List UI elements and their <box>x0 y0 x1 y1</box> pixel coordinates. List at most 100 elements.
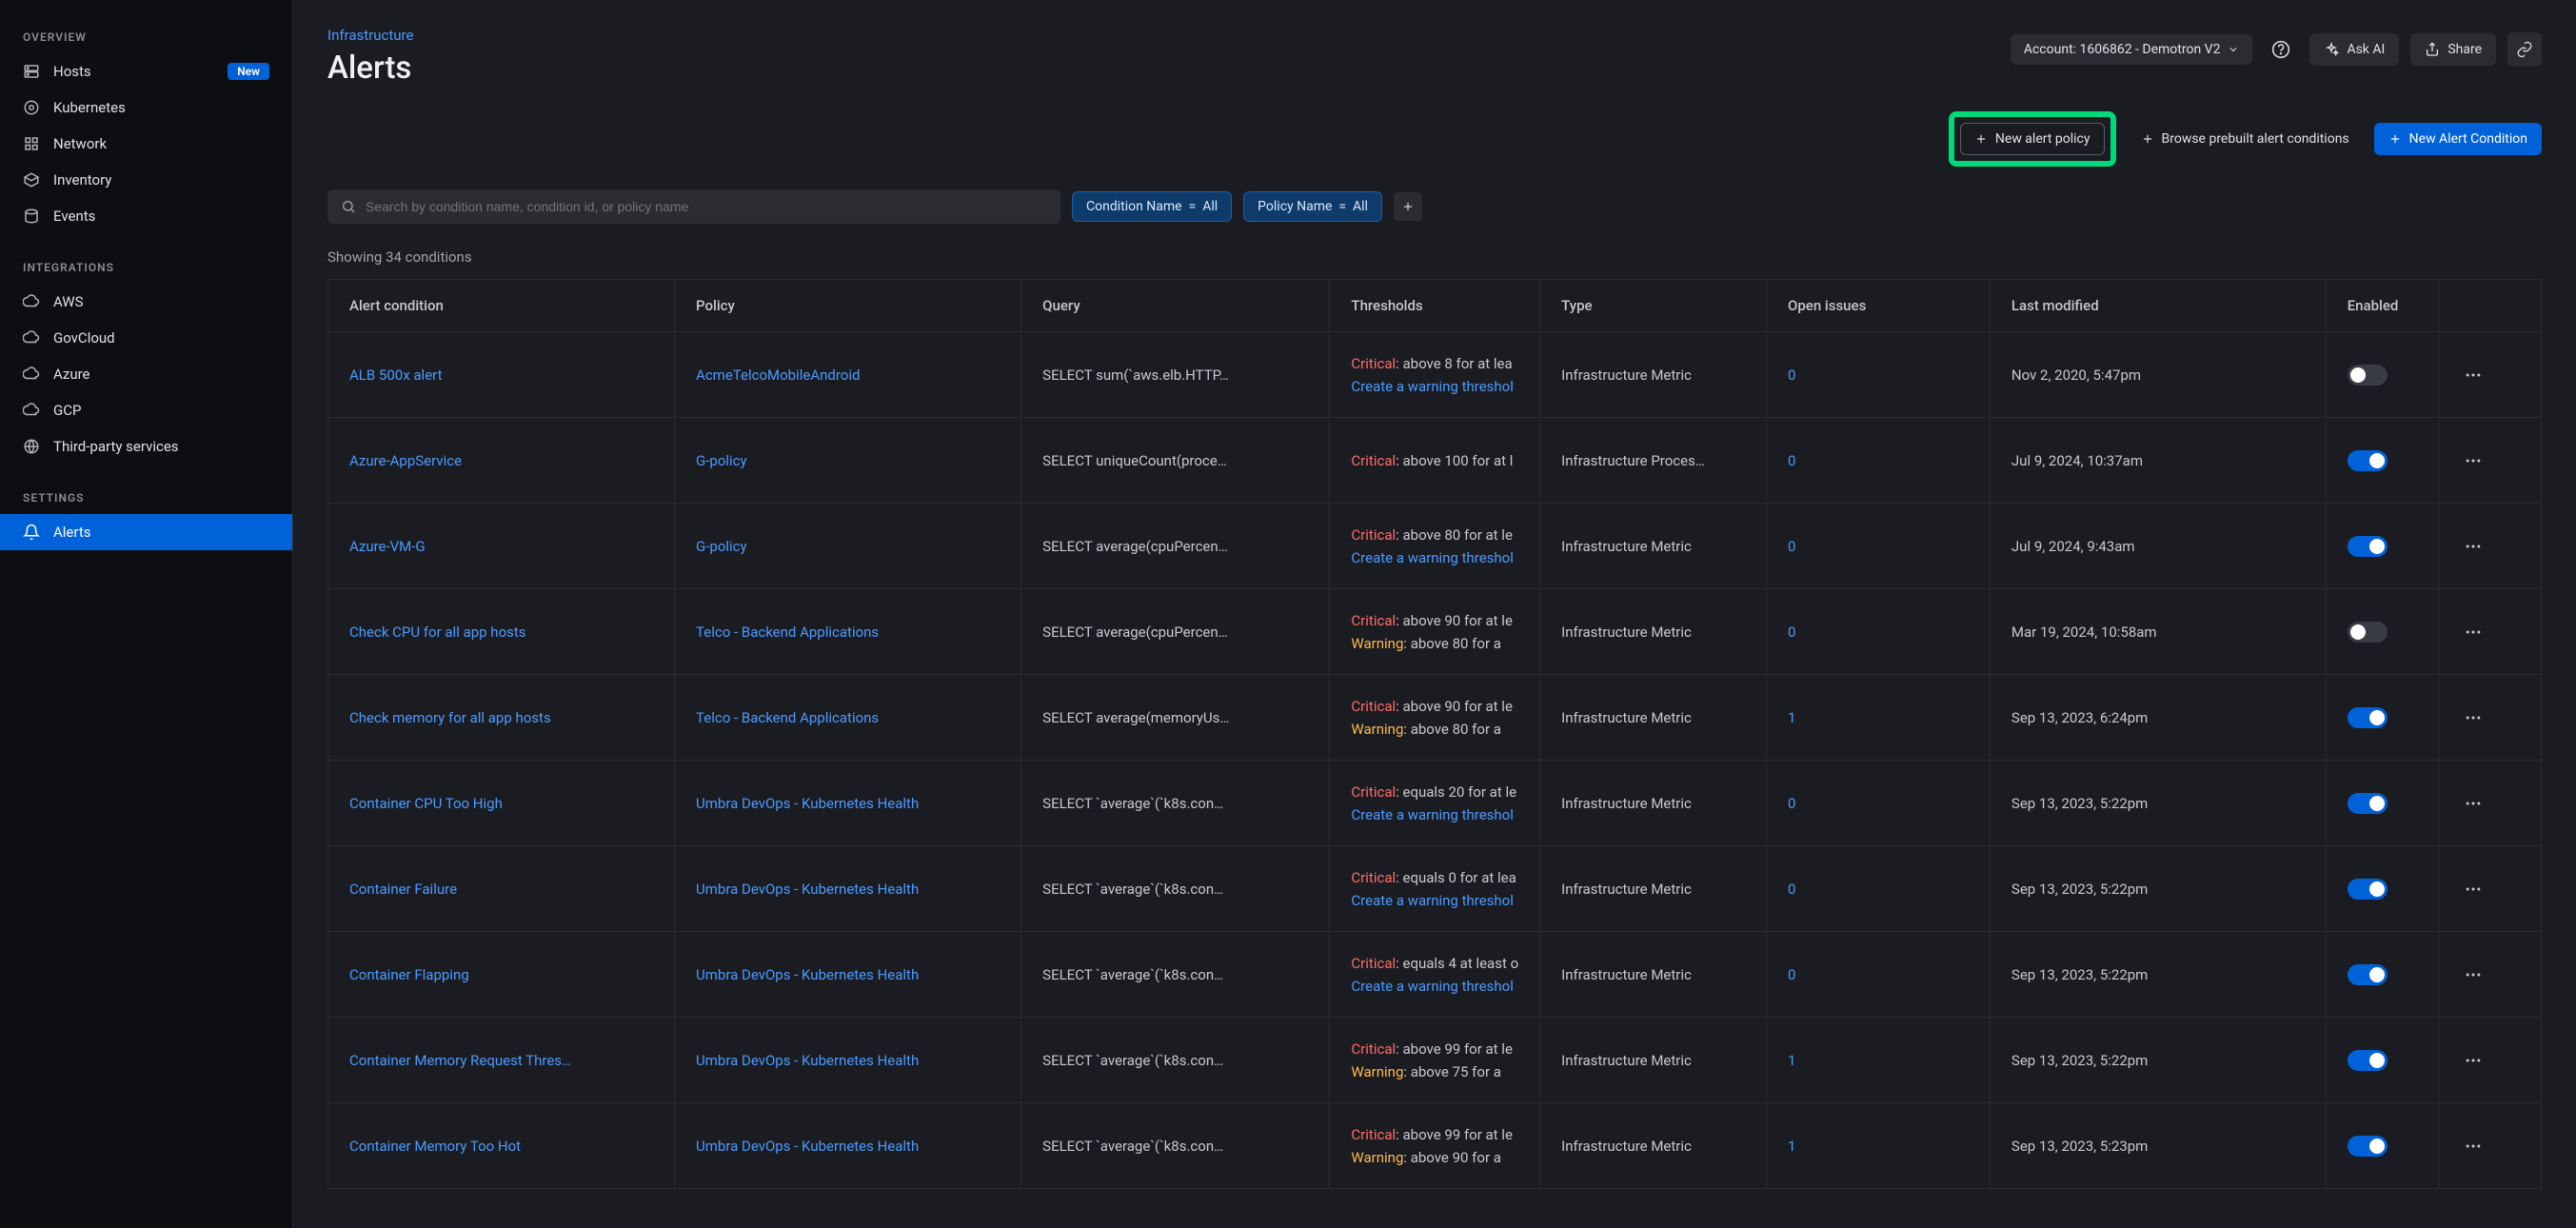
header-thresholds[interactable]: Thresholds <box>1330 280 1540 332</box>
enabled-toggle[interactable] <box>2348 964 2388 985</box>
enabled-toggle[interactable] <box>2348 879 2388 900</box>
condition-link[interactable]: Azure-AppService <box>349 452 653 469</box>
create-warning-link[interactable]: Create a warning threshol <box>1351 806 1518 823</box>
search-input[interactable] <box>366 199 1047 214</box>
row-actions-button[interactable] <box>2460 619 2487 645</box>
enabled-toggle[interactable] <box>2348 1136 2388 1157</box>
open-issues-link[interactable]: 1 <box>1788 1138 1795 1155</box>
more-horizontal-icon <box>2464 451 2483 470</box>
policy-link[interactable]: G-policy <box>696 538 1000 555</box>
enabled-toggle[interactable] <box>2348 707 2388 728</box>
open-issues-link[interactable]: 0 <box>1788 538 1795 555</box>
condition-link[interactable]: Container CPU Too High <box>349 795 653 812</box>
browse-prebuilt-button[interactable]: Browse prebuilt alert conditions <box>2128 124 2363 154</box>
open-issues-link[interactable]: 0 <box>1788 366 1795 384</box>
button-label: Browse prebuilt alert conditions <box>2162 131 2349 147</box>
create-warning-link[interactable]: Create a warning threshol <box>1351 378 1518 395</box>
filter-condition-name[interactable]: Condition Name = All <box>1072 191 1232 222</box>
sidebar-item-aws[interactable]: AWS <box>0 284 292 320</box>
condition-link[interactable]: ALB 500x alert <box>349 366 653 384</box>
policy-link[interactable]: Umbra DevOps - Kubernetes Health <box>696 881 1000 898</box>
filter-policy-name[interactable]: Policy Name = All <box>1243 191 1382 222</box>
breadcrumb[interactable]: Infrastructure <box>327 27 2011 44</box>
sidebar-item-inventory[interactable]: Inventory <box>0 162 292 198</box>
policy-link[interactable]: Telco - Backend Applications <box>696 624 1000 641</box>
row-actions-button[interactable] <box>2460 533 2487 560</box>
policy-link[interactable]: Umbra DevOps - Kubernetes Health <box>696 1052 1000 1069</box>
sidebar-item-network[interactable]: Network <box>0 126 292 162</box>
query-text: SELECT `average`(`k8s.con… <box>1042 1052 1308 1069</box>
sidebar-item-azure[interactable]: Azure <box>0 356 292 392</box>
enabled-toggle[interactable] <box>2348 536 2388 557</box>
new-alert-condition-button[interactable]: New Alert Condition <box>2374 123 2542 155</box>
row-actions-button[interactable] <box>2460 704 2487 731</box>
policy-link[interactable]: AcmeTelcoMobileAndroid <box>696 366 1000 384</box>
create-warning-link[interactable]: Create a warning threshol <box>1351 978 1518 995</box>
enabled-toggle[interactable] <box>2348 793 2388 814</box>
link-icon <box>2516 41 2533 58</box>
condition-link[interactable]: Container Failure <box>349 881 653 898</box>
threshold-cell: Critical: equals 20 for at leCreate a wa… <box>1351 783 1518 823</box>
help-button[interactable] <box>2264 32 2298 67</box>
header-open-issues[interactable]: Open issues <box>1767 280 1991 332</box>
header-policy[interactable]: Policy <box>675 280 1021 332</box>
row-actions-button[interactable] <box>2460 362 2487 388</box>
enabled-toggle[interactable] <box>2348 622 2388 643</box>
condition-link[interactable]: Check CPU for all app hosts <box>349 624 653 641</box>
cloud-icon <box>23 293 40 310</box>
open-issues-link[interactable]: 0 <box>1788 795 1795 812</box>
sidebar-item-govcloud[interactable]: GovCloud <box>0 320 292 356</box>
sidebar-item-events[interactable]: Events <box>0 198 292 234</box>
policy-link[interactable]: Umbra DevOps - Kubernetes Health <box>696 966 1000 983</box>
threshold-cell: Critical: above 90 for at leWarning: abo… <box>1351 612 1518 652</box>
policy-link[interactable]: Telco - Backend Applications <box>696 709 1000 726</box>
enabled-toggle[interactable] <box>2348 365 2388 386</box>
open-issues-link[interactable]: 0 <box>1788 966 1795 983</box>
enabled-toggle[interactable] <box>2348 1050 2388 1071</box>
header-enabled[interactable]: Enabled <box>2326 280 2439 332</box>
row-actions-button[interactable] <box>2460 1047 2487 1074</box>
showing-count: Showing 34 conditions <box>293 239 2576 279</box>
policy-link[interactable]: Umbra DevOps - Kubernetes Health <box>696 1138 1000 1155</box>
sidebar-item-kubernetes[interactable]: Kubernetes <box>0 89 292 126</box>
open-issues-link[interactable]: 0 <box>1788 881 1795 898</box>
policy-link[interactable]: G-policy <box>696 452 1000 469</box>
row-actions-button[interactable] <box>2460 1133 2487 1159</box>
type-text: Infrastructure Metric <box>1561 795 1692 812</box>
threshold-cell: Critical: above 80 for at leCreate a war… <box>1351 526 1518 566</box>
policy-link[interactable]: Umbra DevOps - Kubernetes Health <box>696 795 1000 812</box>
condition-link[interactable]: Container Flapping <box>349 966 653 983</box>
open-issues-link[interactable]: 1 <box>1788 709 1795 726</box>
row-actions-button[interactable] <box>2460 876 2487 902</box>
sidebar-item-alerts[interactable]: Alerts <box>0 514 292 550</box>
permalink-button[interactable] <box>2507 32 2542 67</box>
header-last-modified[interactable]: Last modified <box>1990 280 2326 332</box>
row-actions-button[interactable] <box>2460 447 2487 474</box>
condition-link[interactable]: Container Memory Request Thres… <box>349 1052 653 1069</box>
add-filter-button[interactable] <box>1394 192 1422 221</box>
sidebar-item-gcp[interactable]: GCP <box>0 392 292 428</box>
new-badge: New <box>228 63 269 80</box>
ask-ai-button[interactable]: Ask AI <box>2309 33 2399 66</box>
row-actions-button[interactable] <box>2460 790 2487 817</box>
account-selector[interactable]: Account: 1606862 - Demotron V2 <box>2011 34 2253 65</box>
more-horizontal-icon <box>2464 880 2483 899</box>
header-query[interactable]: Query <box>1021 280 1330 332</box>
sidebar-item-hosts[interactable]: Hosts New <box>0 53 292 89</box>
row-actions-button[interactable] <box>2460 961 2487 988</box>
sidebar-item-third-party[interactable]: Third-party services <box>0 428 292 465</box>
open-issues-link[interactable]: 1 <box>1788 1052 1795 1069</box>
create-warning-link[interactable]: Create a warning threshol <box>1351 892 1518 909</box>
condition-link[interactable]: Check memory for all app hosts <box>349 709 653 726</box>
open-issues-link[interactable]: 0 <box>1788 624 1795 641</box>
enabled-toggle[interactable] <box>2348 450 2388 471</box>
condition-link[interactable]: Azure-VM-G <box>349 538 653 555</box>
condition-link[interactable]: Container Memory Too Hot <box>349 1138 653 1155</box>
modified-text: Sep 13, 2023, 5:22pm <box>2011 795 2148 812</box>
share-button[interactable]: Share <box>2410 33 2496 66</box>
header-condition[interactable]: Alert condition <box>328 280 675 332</box>
header-type[interactable]: Type <box>1540 280 1767 332</box>
new-alert-policy-button[interactable]: New alert policy <box>1960 123 2105 155</box>
create-warning-link[interactable]: Create a warning threshol <box>1351 549 1518 566</box>
open-issues-link[interactable]: 0 <box>1788 452 1795 469</box>
